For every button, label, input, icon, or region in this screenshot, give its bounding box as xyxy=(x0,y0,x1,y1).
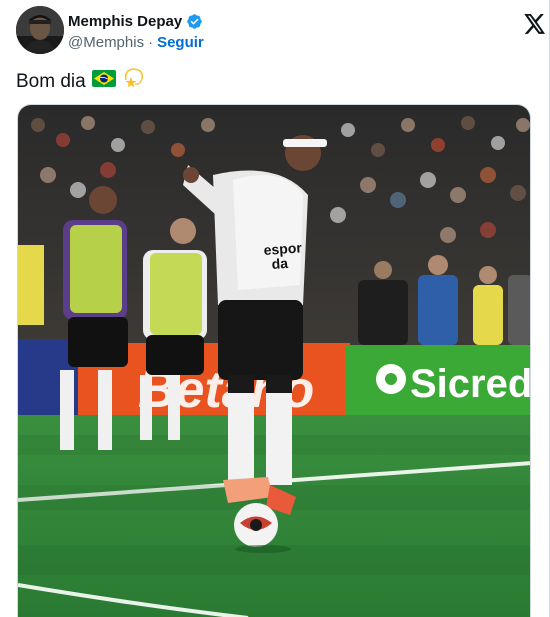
author-handle[interactable]: @Memphis xyxy=(68,34,144,51)
verified-badge-icon xyxy=(186,13,203,30)
svg-text:Sicredi: Sicredi xyxy=(410,362,531,406)
name-row: Memphis Depay xyxy=(68,12,204,30)
handle-row: @Memphis · Seguir xyxy=(68,33,204,51)
author-avatar[interactable] xyxy=(16,6,64,54)
tweet-photo[interactable]: Betano Sicredi espor da xyxy=(17,104,531,617)
tweet-card: Memphis Depay @Memphis · Seguir Bom dia xyxy=(0,0,550,617)
svg-text:da: da xyxy=(271,255,289,272)
tweet-body: Bom dia xyxy=(16,70,86,92)
tweet-header: Memphis Depay @Memphis · Seguir xyxy=(16,6,546,54)
author-name[interactable]: Memphis Depay xyxy=(68,13,182,30)
x-logo-icon[interactable] xyxy=(524,14,546,34)
follow-button[interactable]: Seguir xyxy=(157,34,204,51)
separator-dot: · xyxy=(148,33,154,51)
brazil-flag-emoji xyxy=(91,69,116,94)
tweet-text: Bom dia xyxy=(16,66,146,97)
dizzy-star-emoji xyxy=(122,66,146,97)
author-info: Memphis Depay @Memphis · Seguir xyxy=(68,12,204,51)
